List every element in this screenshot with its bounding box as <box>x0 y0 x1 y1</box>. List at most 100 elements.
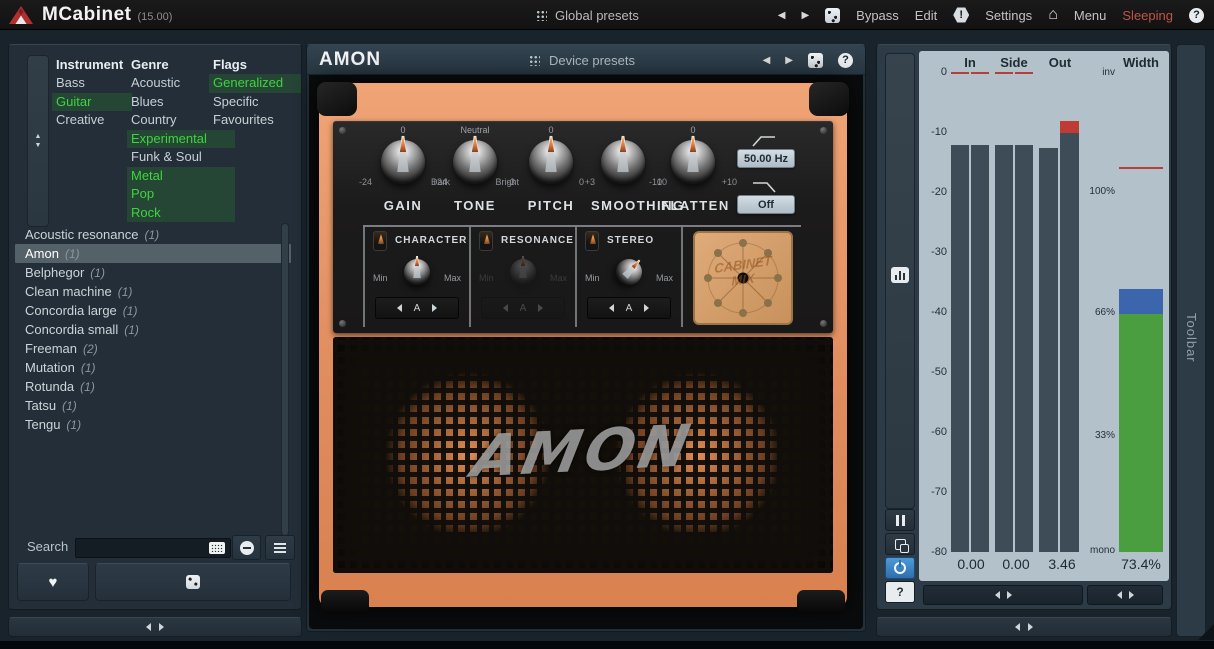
preset-row[interactable]: Freeman(2) <box>15 339 291 358</box>
preset-row[interactable]: Acoustic resonance(1) <box>15 225 291 244</box>
gain-knob[interactable] <box>381 140 425 184</box>
next-icon <box>538 304 543 312</box>
scrollbar-thumb[interactable] <box>282 224 288 535</box>
clear-filters-button[interactable] <box>232 535 261 560</box>
width-scroll-handle[interactable] <box>1087 585 1163 605</box>
filter-item[interactable]: Creative <box>52 111 132 130</box>
device-title: AMON <box>319 49 381 71</box>
filter-item[interactable]: Pop <box>127 185 235 204</box>
lowpass-button[interactable]: Off <box>737 195 795 214</box>
flatten-knob[interactable] <box>671 140 715 184</box>
next-icon[interactable] <box>644 304 649 312</box>
width-meter[interactable] <box>1119 72 1163 552</box>
character-toggle[interactable] <box>373 231 387 251</box>
resize-left-icon <box>146 623 151 631</box>
chevron-up-icon: ▲ <box>35 133 42 140</box>
next-preset-button[interactable]: ▶ <box>801 10 809 21</box>
pitch-knob[interactable] <box>529 140 573 184</box>
device-help-icon[interactable]: ? <box>838 53 853 68</box>
prev-icon[interactable] <box>609 304 614 312</box>
screw-icon <box>820 127 827 134</box>
cabinet-mix-pad[interactable]: CABINETMIX <box>693 231 793 325</box>
browser-scroll-strip[interactable]: ▲ ▼ <box>27 55 49 227</box>
preset-row[interactable]: Concordia large(1) <box>15 301 291 320</box>
search-input[interactable] <box>75 538 231 558</box>
keyboard-icon[interactable] <box>209 542 225 554</box>
preset-row[interactable]: Mutation(1) <box>15 358 291 377</box>
meter-bar-out-r[interactable] <box>1060 72 1079 552</box>
random-device-preset-icon[interactable] <box>808 53 823 68</box>
pad-cursor[interactable] <box>738 273 749 284</box>
tone-knob[interactable] <box>453 140 497 184</box>
favourite-button[interactable]: ♥ <box>17 563 89 601</box>
highpass-button[interactable]: 50.00 Hz <box>737 149 795 168</box>
next-icon[interactable] <box>432 304 437 312</box>
filter-item[interactable]: Bass <box>52 74 132 93</box>
left-panel-resize-handle[interactable] <box>8 617 302 637</box>
meter-value-in: 0.00 <box>957 556 984 572</box>
menu-button[interactable]: Menu <box>1074 8 1107 23</box>
device-presets-button[interactable]: Device presets <box>529 45 635 75</box>
stereo-knob[interactable] <box>611 254 648 291</box>
resonance-knob[interactable] <box>510 259 536 285</box>
window-resize-grip[interactable] <box>1198 624 1214 640</box>
help-icon[interactable]: ? <box>1189 8 1204 23</box>
out-r-clip-segment <box>1060 121 1079 133</box>
meter-scroll-handle[interactable] <box>923 585 1083 605</box>
list-menu-button[interactable] <box>265 535 295 560</box>
random-button[interactable] <box>95 563 291 601</box>
next-device-preset-button[interactable]: ▶ <box>785 55 793 66</box>
prev-device-preset-button[interactable]: ◀ <box>763 55 771 66</box>
preset-count: (1) <box>62 399 77 413</box>
filter-item[interactable]: Generalized <box>209 74 301 93</box>
prev-icon[interactable] <box>397 304 402 312</box>
preset-row[interactable]: Tatsu(1) <box>15 396 291 415</box>
settings-button[interactable]: Settings <box>985 8 1032 23</box>
character-ab-selector[interactable]: A <box>375 297 459 319</box>
filter-item[interactable]: Metal <box>127 167 235 186</box>
global-presets-button[interactable]: Global presets <box>536 0 639 30</box>
divider <box>681 227 683 327</box>
filter-item[interactable]: Experimental <box>127 130 235 149</box>
meter-pause-button[interactable] <box>885 509 915 531</box>
meter-bar-side-r[interactable] <box>1015 72 1033 552</box>
resonance-toggle[interactable] <box>479 231 493 251</box>
preset-row-selected[interactable]: Amon(1) <box>15 244 291 263</box>
meter-help-button[interactable]: ? <box>885 581 915 603</box>
filter-item[interactable]: Rock <box>127 204 235 223</box>
meter-power-button[interactable] <box>885 557 915 579</box>
smoothing-knob[interactable] <box>601 140 645 184</box>
sleeping-status[interactable]: Sleeping <box>1122 8 1173 23</box>
meters-panel: ? In Side Out Width 0 -10 -20 -30 -40 -5… <box>876 44 1172 610</box>
corner-protector <box>809 82 849 116</box>
preset-row[interactable]: Clean machine(1) <box>15 282 291 301</box>
stereo-ab-selector[interactable]: A <box>587 297 671 319</box>
filter-item[interactable]: Funk & Soul <box>127 148 235 167</box>
filter-item[interactable]: Specific <box>209 93 301 112</box>
warning-icon[interactable]: ! <box>953 7 969 23</box>
prev-preset-button[interactable]: ◀ <box>778 10 786 21</box>
bypass-button[interactable]: Bypass <box>856 8 899 23</box>
preset-row[interactable]: Rotunda(1) <box>15 377 291 396</box>
meter-bar-in-r[interactable] <box>971 72 989 552</box>
meter-bar-side-l[interactable] <box>995 72 1013 552</box>
meter-bar-out-l[interactable] <box>1039 72 1058 552</box>
filter-item[interactable]: Guitar <box>52 93 132 112</box>
toolbar-strip[interactable]: Toolbar <box>1176 44 1206 637</box>
stereo-toggle[interactable] <box>585 231 599 251</box>
preset-row[interactable]: Belphegor(1) <box>15 263 291 282</box>
character-knob[interactable] <box>404 259 430 285</box>
home-icon[interactable]: ⌂ <box>1048 7 1058 23</box>
edit-button[interactable]: Edit <box>915 8 937 23</box>
preset-count: (2) <box>83 342 98 356</box>
search-row: Search <box>9 537 303 559</box>
random-preset-icon[interactable] <box>825 8 840 23</box>
meter-bar-in-l[interactable] <box>951 72 969 552</box>
filter-item[interactable]: Favourites <box>209 111 301 130</box>
right-panel-resize-handle[interactable] <box>876 617 1172 637</box>
width-tick: inv <box>1079 67 1115 78</box>
preset-row[interactable]: Tengu(1) <box>15 415 291 434</box>
preset-row[interactable]: Concordia small(1) <box>15 320 291 339</box>
melda-logo-icon <box>8 5 34 25</box>
histogram-icon[interactable] <box>891 267 909 283</box>
